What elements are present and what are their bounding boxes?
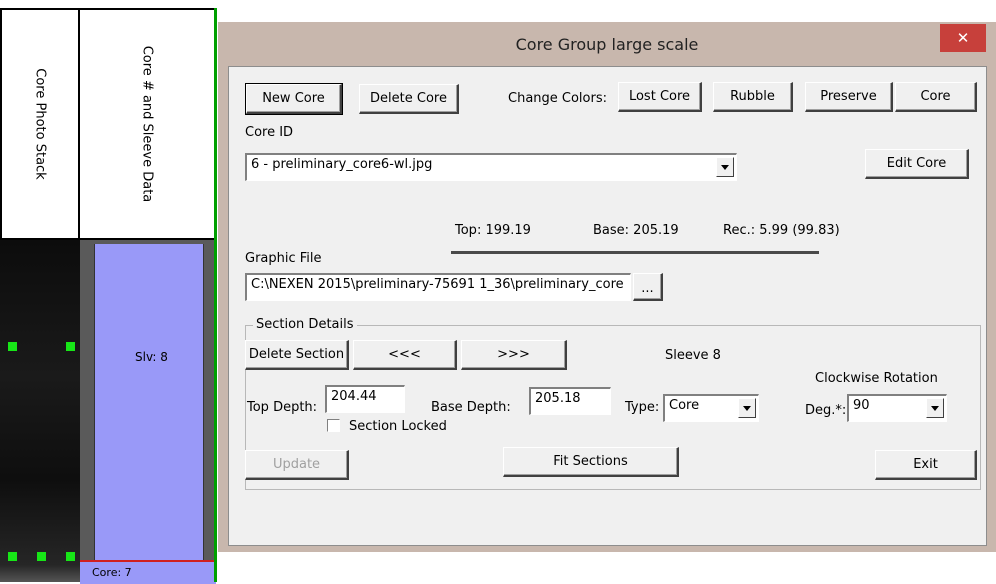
preserve-color-button[interactable]: Preserve <box>805 82 893 112</box>
core-label: Core: 7 <box>92 566 132 579</box>
lost-core-color-button[interactable]: Lost Core <box>618 82 702 112</box>
graphic-file-value: C:\NEXEN 2015\preliminary-75691 1_36\pre… <box>251 277 624 292</box>
sleeve-data-column: Slv: 8 Core: 7 <box>80 240 216 584</box>
fit-sections-button[interactable]: Fit Sections <box>503 447 679 477</box>
top-depth-input[interactable]: 204.44 <box>325 385 405 413</box>
next-section-button[interactable]: >>> <box>461 340 567 370</box>
delete-core-button[interactable]: Delete Core <box>359 84 459 114</box>
divider-line <box>451 251 819 254</box>
core-id-value: 6 - preliminary_core6-wl.jpg <box>251 157 433 172</box>
core-group-dialog: Core Group large scale ✕ New Core Delete… <box>218 22 996 552</box>
base-depth-label: Base Depth: <box>431 400 511 415</box>
section-locked-checkbox[interactable] <box>327 419 340 432</box>
rotation-degrees-value: 90 <box>853 398 870 413</box>
recovery-value: Rec.: 5.99 (99.83) <box>723 223 840 238</box>
exit-button[interactable]: Exit <box>875 450 977 480</box>
core-id-dropdown[interactable]: 6 - preliminary_core6-wl.jpg <box>245 153 737 181</box>
type-label: Type: <box>625 400 660 415</box>
dialog-title: Core Group large scale <box>515 35 699 54</box>
sleeve-block[interactable]: Slv: 8 <box>94 244 204 560</box>
graphic-file-field[interactable]: C:\NEXEN 2015\preliminary-75691 1_36\pre… <box>245 273 631 301</box>
dialog-client-area: New Core Delete Core Change Colors: Lost… <box>228 66 987 546</box>
track-panel: Core Photo Stack Core # and Sleeve Data … <box>0 0 218 584</box>
resize-handle[interactable] <box>8 342 17 351</box>
close-button[interactable]: ✕ <box>940 24 986 52</box>
section-locked-label: Section Locked <box>349 419 447 434</box>
type-dropdown[interactable]: Core <box>663 394 759 422</box>
browse-button[interactable]: ... <box>633 273 663 301</box>
close-icon: ✕ <box>956 29 970 47</box>
previous-section-button[interactable]: <<< <box>353 340 457 370</box>
clockwise-rotation-label: Clockwise Rotation <box>815 371 938 386</box>
rubble-color-button[interactable]: Rubble <box>713 82 793 112</box>
type-value: Core <box>669 398 700 413</box>
resize-handle[interactable] <box>66 552 75 561</box>
top-depth-value: 204.44 <box>331 389 377 404</box>
panel-divider <box>214 8 217 582</box>
new-core-button[interactable]: New Core <box>245 83 343 115</box>
resize-handle[interactable] <box>37 552 46 561</box>
rotation-degrees-dropdown[interactable]: 90 <box>847 394 947 422</box>
core-id-label: Core ID <box>245 125 294 140</box>
base-depth-input[interactable]: 205.18 <box>529 387 611 415</box>
update-button[interactable]: Update <box>245 450 349 480</box>
resize-handle[interactable] <box>8 552 17 561</box>
sleeve-number-label: Sleeve 8 <box>665 348 721 363</box>
section-details-title: Section Details <box>253 317 357 332</box>
core-photo-stack-header: Core Photo Stack <box>0 8 80 240</box>
core-sleeve-data-label: Core # and Sleeve Data <box>139 45 155 203</box>
core-color-button[interactable]: Core <box>895 82 977 112</box>
base-depth-value: 205.18 <box>535 391 581 406</box>
delete-section-button[interactable]: Delete Section <box>245 340 349 370</box>
core-sleeve-data-header: Core # and Sleeve Data <box>78 8 216 240</box>
top-value: Top: 199.19 <box>455 223 531 238</box>
sleeve-label: Slv: 8 <box>135 350 168 364</box>
change-colors-label: Change Colors: <box>508 91 607 106</box>
top-depth-label: Top Depth: <box>247 400 318 415</box>
chevron-down-icon[interactable] <box>716 157 734 177</box>
graphic-file-label: Graphic File <box>245 251 322 266</box>
chevron-down-icon[interactable] <box>926 398 944 418</box>
core-photo-stack-label: Core Photo Stack <box>32 68 48 180</box>
resize-handle[interactable] <box>66 342 75 351</box>
core-photo-image[interactable] <box>0 240 80 582</box>
edit-core-button[interactable]: Edit Core <box>865 149 969 179</box>
dialog-titlebar[interactable]: Core Group large scale ✕ <box>218 22 996 66</box>
degrees-label: Deg.*: <box>805 403 847 418</box>
base-value: Base: 205.19 <box>593 223 679 238</box>
chevron-down-icon[interactable] <box>738 398 756 418</box>
core-block[interactable]: Core: 7 <box>80 560 216 584</box>
